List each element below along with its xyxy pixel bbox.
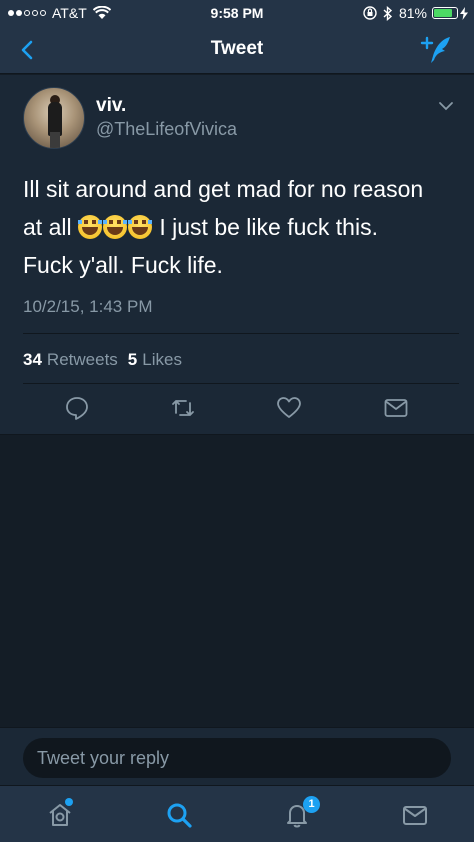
bluetooth-icon bbox=[383, 5, 393, 21]
tweet-detail: viv. @TheLifeofVivica Ill sit around and… bbox=[0, 75, 474, 435]
tweet-actions bbox=[0, 395, 474, 425]
divider bbox=[23, 333, 459, 334]
notifications-badge: 1 bbox=[303, 796, 320, 813]
status-bar: AT&T 9:58 PM 81% bbox=[0, 0, 474, 26]
home-unread-dot bbox=[65, 798, 73, 806]
messages-icon[interactable] bbox=[400, 800, 430, 830]
engagement-stats: 34 Retweets 5 Likes bbox=[23, 350, 192, 370]
divider bbox=[23, 383, 459, 384]
tweet-text-line-2: at all I just be like fuck this. bbox=[23, 208, 463, 246]
tweet-text-line-2-start: at all bbox=[23, 214, 72, 240]
reply-icon[interactable] bbox=[64, 395, 90, 421]
tears-of-joy-emoji-icon bbox=[77, 215, 102, 239]
navigation-bar: Tweet bbox=[0, 26, 474, 74]
reply-bar: Tweet your reply bbox=[0, 727, 474, 785]
battery-percent: 81% bbox=[398, 5, 427, 21]
tweet-timestamp: 10/2/15, 1:43 PM bbox=[23, 297, 153, 316]
retweet-icon[interactable] bbox=[170, 395, 196, 421]
direct-message-icon[interactable] bbox=[383, 395, 409, 421]
display-name[interactable]: viv. bbox=[96, 95, 126, 117]
retweets-count[interactable]: 34 bbox=[23, 350, 42, 370]
page-title: Tweet bbox=[210, 38, 264, 59]
compose-tweet-icon[interactable] bbox=[420, 34, 454, 66]
tweet-text: Ill sit around and get mad for no reason… bbox=[23, 170, 463, 284]
tweet-text-line-3: Fuck y'all. Fuck life. bbox=[23, 252, 223, 278]
tweet-text-line-1: Ill sit around and get mad for no reason bbox=[23, 176, 424, 202]
tears-of-joy-emoji-icon bbox=[102, 215, 127, 239]
retweets-label[interactable]: Retweets bbox=[47, 350, 118, 370]
avatar[interactable] bbox=[23, 87, 85, 149]
tears-of-joy-emoji-icon bbox=[127, 215, 152, 239]
orientation-lock-icon bbox=[363, 6, 377, 20]
tweet-text-line-2-end: I just be like fuck this. bbox=[152, 214, 378, 240]
tab-bar: 1 bbox=[0, 785, 474, 842]
status-right: 81% bbox=[363, 5, 468, 21]
like-heart-icon[interactable] bbox=[276, 395, 302, 421]
chevron-down-icon[interactable] bbox=[438, 101, 454, 111]
charging-bolt-icon bbox=[460, 6, 468, 20]
likes-label[interactable]: Likes bbox=[142, 350, 182, 370]
battery-icon bbox=[432, 7, 458, 19]
search-icon[interactable] bbox=[164, 800, 194, 830]
reply-input[interactable]: Tweet your reply bbox=[23, 738, 451, 778]
username[interactable]: @TheLifeofVivica bbox=[96, 119, 237, 140]
likes-count[interactable]: 5 bbox=[128, 350, 137, 370]
